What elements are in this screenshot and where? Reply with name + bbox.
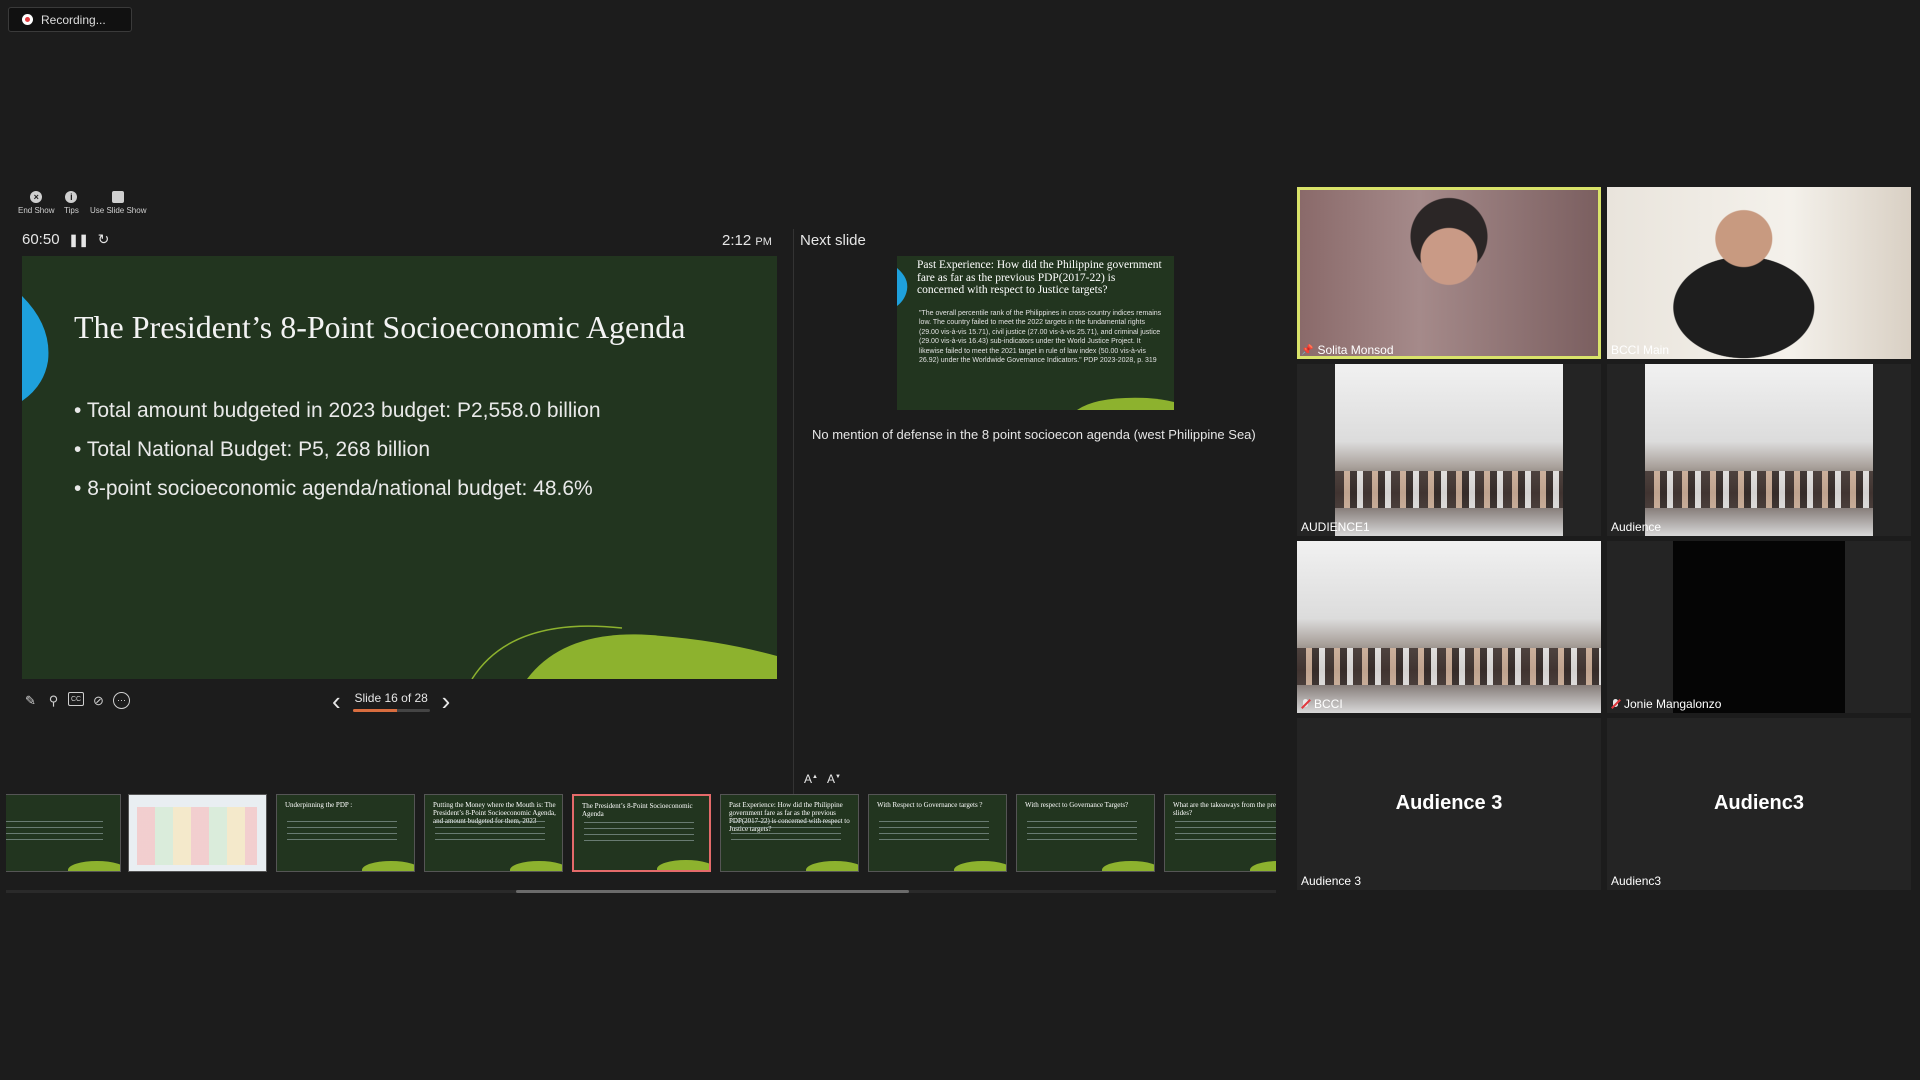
pause-icon[interactable]: ❚❚ [69,233,89,247]
recording-indicator[interactable]: Recording... [8,7,132,32]
participant-label: BCCI [1301,697,1343,711]
participant-label: Audience 3 [1301,874,1361,888]
participant-tile[interactable]: Jonie Mangalonzo [1607,541,1911,713]
participant-name: Solita Monsod [1317,343,1394,357]
monitor-icon [112,191,125,203]
slide-progress-bar [352,708,430,712]
pointer-icon[interactable]: ⚲ [45,692,62,709]
participant-video [1645,364,1873,536]
clock: 2:12 PM [722,232,772,249]
tips-button[interactable]: i Tips [64,191,79,215]
increase-font-button[interactable]: A▲ [804,772,818,786]
participant-tile[interactable]: BCCI [1297,541,1601,713]
thumbnail-title: With Respect to Governance targets ? [877,801,983,809]
current-slide[interactable]: The President’s 8-Point Socioeconomic Ag… [22,256,777,679]
participant-name: Audience [1611,520,1662,534]
slide-bullets: Total amount budgeted in 2023 budget: P2… [74,399,601,516]
participant-name-placeholder: Audienc3 [1713,792,1805,814]
participant-label: 📌 Solita Monsod [1301,343,1394,357]
presentation-timer: 60:50 ❚❚ ↻ [22,231,109,248]
next-slide-title: Past Experience: How did the Philippine … [917,259,1162,296]
participant-name: BCCI Main [1611,343,1670,357]
slide-tools: ✎ ⚲ CC ⊘ ⋯ [22,692,130,709]
camera-off-icon[interactable]: ⊘ [90,692,107,709]
slide-thumbnail[interactable]: With Respect to Governance targets ? [868,794,1007,872]
participant-video [1297,541,1601,713]
end-show-button[interactable]: × End Show [18,191,54,215]
slide-bullet: Total National Budget: P5, 268 billion [74,438,601,462]
participant-video [1607,187,1911,359]
participant-tile[interactable]: Audience [1607,364,1911,536]
use-slide-show-label: Use Slide Show [90,206,147,215]
participant-label: BCCI Main [1611,343,1669,357]
participant-name-placeholder: Audience 3 [1395,792,1503,814]
slide-thumbnail[interactable]: Underpinning the PDP : [276,794,415,872]
next-slide-preview[interactable]: Past Experience: How did the Philippine … [897,256,1174,410]
participant-label: Audience [1611,520,1661,534]
thumbnail-scrollbar[interactable] [6,890,1276,893]
mic-muted-icon [1611,698,1620,710]
slide-thumbnail[interactable] [128,794,267,872]
info-icon: i [65,191,78,203]
slide-bullet: 8-point socioeconomic agenda/national bu… [74,477,601,501]
participant-label: Audienc3 [1611,874,1661,888]
slide-bullet: Total amount budgeted in 2023 budget: P2… [74,399,601,423]
mic-muted-icon [1301,698,1310,710]
thumbnail-title: With respect to Governance Targets? [1025,801,1129,809]
slide-thumbnail[interactable]: Past Experience: How did the Philippine … [720,794,859,872]
participant-name: Audienc3 [1611,874,1662,888]
participant-tile[interactable]: Audience 3 Audience 3 [1297,718,1601,890]
participant-video [1335,364,1563,536]
clock-time: 2:12 [722,232,752,249]
next-slide-label: Next slide [800,232,866,249]
tips-label: Tips [64,206,79,215]
elapsed-time: 60:50 [22,231,60,248]
clock-ampm: PM [755,236,772,248]
recording-label: Recording... [41,12,106,27]
next-slide-body: "The overall percentile rank of the Phil… [919,310,1162,365]
participant-name: Jonie Mangalonzo [1624,697,1722,711]
close-icon: × [30,191,43,203]
slide-navigation: ‹ Slide 16 of 28 › [332,688,450,714]
slide-thumbnails: 13Underpinning the PDP :14Putting the Mo… [6,794,1276,874]
participant-tile[interactable]: AUDIENCE1 [1297,364,1601,536]
end-show-label: End Show [18,206,55,215]
slide-thumbnail[interactable]: The President’s 8-Point Socioeconomic Ag… [572,794,711,872]
pane-divider[interactable] [793,229,794,804]
participant-video [1300,190,1598,356]
participant-name: Audience 3 [1301,874,1362,888]
thumbnail-title: What are the takeaways from the pre- sli… [1173,801,1276,817]
slide-position: Slide 16 of 28 [354,690,428,705]
slide-thumbnail[interactable]: What are the takeaways from the pre- sli… [1164,794,1276,872]
participant-name: BCCI [1314,697,1343,711]
notes-font-controls: A▲ A▼ [804,772,841,786]
next-slide-button[interactable]: › [442,688,451,714]
participant-label: Jonie Mangalonzo [1611,697,1721,711]
slide-thumbnail[interactable]: With respect to Governance Targets? [1016,794,1155,872]
slide-thumbnail[interactable] [6,794,121,872]
decrease-font-button[interactable]: A▼ [827,772,841,786]
participant-tile[interactable]: Audienc3 Audienc3 [1607,718,1911,890]
thumbnail-title: Underpinning the PDP : [285,801,353,809]
participant-label: AUDIENCE1 [1301,520,1370,534]
participant-video [1673,541,1845,713]
slide-title: The President’s 8-Point Socioeconomic Ag… [74,309,686,345]
use-slide-show-button[interactable]: Use Slide Show [90,191,146,215]
subtitles-icon[interactable]: CC [68,692,84,706]
slide-thumbnail[interactable]: Putting the Money where the Mouth is: Th… [424,794,563,872]
reset-icon[interactable]: ↻ [98,231,110,248]
more-options-icon[interactable]: ⋯ [113,692,130,709]
pen-icon[interactable]: ✎ [22,692,39,709]
speaker-notes[interactable]: No mention of defense in the 8 point soc… [812,427,1256,442]
previous-slide-button[interactable]: ‹ [332,688,341,714]
participant-name: AUDIENCE1 [1301,520,1370,534]
thumbnail-title: The President’s 8-Point Socioeconomic Ag… [582,802,693,818]
record-icon [22,14,33,25]
participant-tile[interactable]: 📌 Solita Monsod [1297,187,1601,359]
pin-icon: 📌 [1301,344,1314,356]
participant-tile[interactable]: BCCI Main [1607,187,1911,359]
